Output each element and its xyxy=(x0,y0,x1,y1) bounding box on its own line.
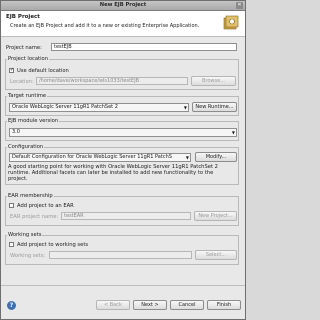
working-sets-label: Working sets: xyxy=(10,253,46,259)
configuration-info-line-3: project. xyxy=(8,176,28,182)
chevron-down-icon: ▼ xyxy=(183,105,187,110)
configuration-value: Default Configuration for Oracle WebLogi… xyxy=(12,154,172,160)
project-location-legend: Project location xyxy=(7,56,49,62)
ejb-module-version-legend: EJB module version xyxy=(7,118,60,124)
ejb-project-icon xyxy=(223,15,239,30)
new-runtime-button[interactable]: New Runtime... xyxy=(192,102,237,112)
configuration-info-line-2: runtime. Additional facets can later be … xyxy=(8,170,214,176)
add-to-working-sets-label: Add project to working sets xyxy=(17,242,89,248)
wizard-title: EJB Project xyxy=(6,14,40,20)
ear-project-name-label: EAR project name: xyxy=(10,214,59,220)
target-runtime-select[interactable]: Oracle WebLogic Server 11gR1 PatchSet 2 … xyxy=(9,103,189,112)
new-ear-project-button[interactable]: New Project... xyxy=(194,211,237,221)
new-ejb-project-dialog: New EJB Project ✕ EJB Project Create an … xyxy=(0,0,246,320)
project-name-input[interactable]: testEJB xyxy=(51,43,237,51)
project-name-label: Project name: xyxy=(6,45,42,51)
title-bar: New EJB Project ✕ xyxy=(1,1,245,11)
location-label: Location: xyxy=(10,79,34,85)
next-button[interactable]: Next > xyxy=(133,300,167,310)
close-icon[interactable]: ✕ xyxy=(236,2,243,9)
use-default-location-checkbox[interactable] xyxy=(9,67,14,73)
wizard-description: Create an EJB Project and add it to a ne… xyxy=(10,23,200,29)
wizard-header: EJB Project Create an EJB Project and ad… xyxy=(1,11,245,37)
browse-button[interactable]: Browse... xyxy=(191,76,236,86)
cancel-button[interactable]: Cancel xyxy=(170,300,204,310)
window-title: New EJB Project xyxy=(99,2,147,8)
modify-button[interactable]: Modify... xyxy=(195,152,237,162)
location-input[interactable]: /home/dave/workspace/wls1033/testEJB xyxy=(36,77,188,85)
working-sets-select[interactable] xyxy=(49,251,192,259)
footer-separator xyxy=(1,285,245,286)
ejb-module-version-select[interactable]: 3.0 ▼ xyxy=(9,128,237,137)
select-working-sets-button[interactable]: Select... xyxy=(195,250,237,260)
chevron-down-icon: ▼ xyxy=(185,155,189,160)
add-to-working-sets-checkbox[interactable] xyxy=(9,242,14,247)
target-runtime-legend: Target runtime xyxy=(7,93,48,99)
configuration-legend: Configuration xyxy=(7,144,45,150)
ear-membership-legend: EAR membership xyxy=(7,193,54,199)
ejb-module-version-value: 3.0 xyxy=(12,129,20,135)
use-default-location-label: Use default location xyxy=(17,68,69,74)
back-button[interactable]: < Back xyxy=(96,300,130,310)
configuration-select[interactable]: Default Configuration for Oracle WebLogi… xyxy=(9,153,191,162)
finish-button[interactable]: Finish xyxy=(207,300,241,310)
target-runtime-value: Oracle WebLogic Server 11gR1 PatchSet 2 xyxy=(12,104,118,110)
ear-project-name-select[interactable]: testEAR xyxy=(61,212,191,220)
help-icon[interactable]: ? xyxy=(7,301,16,310)
add-to-ear-checkbox[interactable] xyxy=(9,203,14,208)
chevron-down-icon: ▼ xyxy=(231,130,235,135)
working-sets-legend: Working sets xyxy=(7,232,43,238)
add-to-ear-label: Add project to an EAR xyxy=(17,203,74,209)
